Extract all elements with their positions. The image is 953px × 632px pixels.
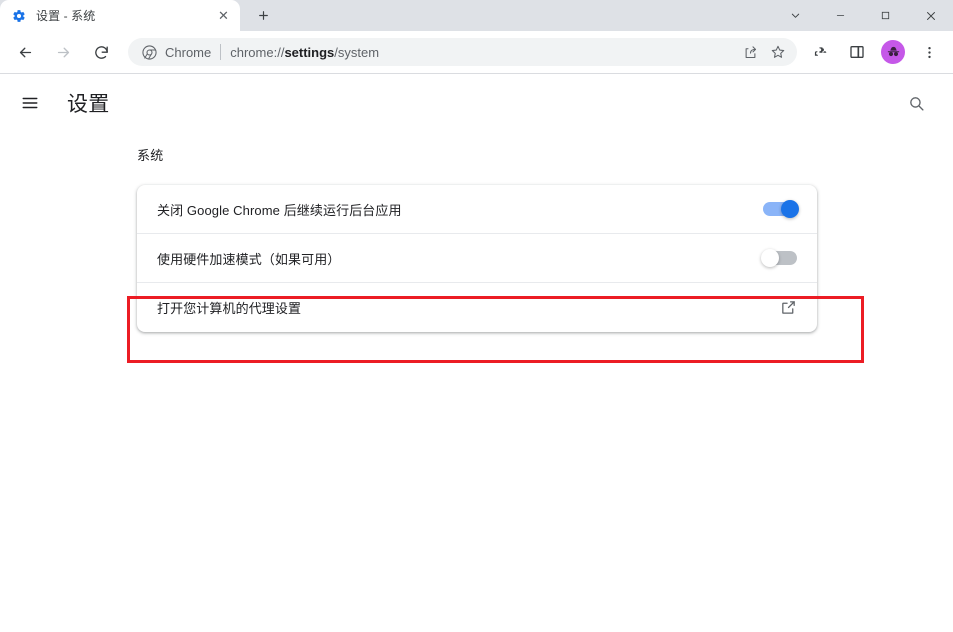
setting-label: 关闭 Google Chrome 后继续运行后台应用 [157, 202, 402, 218]
page-title: 设置 [67, 93, 110, 116]
settings-header: 设置 [0, 75, 953, 131]
tab-strip: 设置 - 系统 ✕ [0, 0, 953, 31]
external-link-icon[interactable] [779, 299, 797, 317]
url-prefix: chrome:// [230, 44, 285, 60]
gear-icon [11, 8, 27, 24]
close-icon[interactable] [908, 0, 953, 31]
minimize-icon[interactable] [818, 0, 863, 31]
new-tab-button[interactable] [249, 1, 277, 29]
forward-arrow-icon [48, 37, 78, 67]
url-host: settings [284, 44, 335, 60]
section-label-system: 系统 [137, 148, 164, 163]
browser-window: 设置 - 系统 ✕ Chrome chrome://settings/syste… [0, 0, 953, 632]
browser-tab-settings[interactable]: 设置 - 系统 ✕ [0, 0, 240, 31]
settings-page: 设置 系统 关闭 Google Chrome 后继续运行后台应用 使用硬件加速模… [0, 75, 953, 632]
omnibox-url: chrome://settings/system [230, 45, 735, 60]
share-icon[interactable] [737, 39, 763, 65]
chrome-icon [141, 44, 157, 60]
settings-card-system: 关闭 Google Chrome 后继续运行后台应用 使用硬件加速模式（如果可用… [137, 185, 817, 332]
browser-toolbar: Chrome chrome://settings/system [0, 31, 953, 74]
three-dot-menu-icon[interactable] [914, 37, 944, 67]
toggle-knob [761, 249, 779, 267]
tab-title: 设置 - 系统 [36, 9, 96, 23]
setting-label: 打开您计算机的代理设置 [157, 301, 302, 316]
search-icon[interactable] [899, 86, 933, 120]
back-arrow-icon[interactable] [10, 37, 40, 67]
side-panel-icon[interactable] [842, 37, 872, 67]
omnibox-actions [735, 39, 791, 65]
setting-label: 使用硬件加速模式（如果可用） [157, 251, 341, 267]
puzzle-piece-icon[interactable] [806, 37, 836, 67]
window-controls [773, 0, 953, 31]
toggle-hardware-acceleration[interactable] [761, 249, 797, 267]
toggle-knob [781, 200, 799, 218]
setting-row-hardware-acceleration[interactable]: 使用硬件加速模式（如果可用） [137, 234, 817, 283]
setting-row-proxy-settings[interactable]: 打开您计算机的代理设置 [137, 283, 817, 332]
hamburger-menu-icon[interactable] [14, 87, 46, 119]
star-icon[interactable] [765, 39, 791, 65]
omnibox-chip-label: Chrome [165, 44, 212, 60]
maximize-icon[interactable] [863, 0, 908, 31]
setting-row-background-apps[interactable]: 关闭 Google Chrome 后继续运行后台应用 [137, 185, 817, 234]
omnibox-divider [220, 44, 222, 60]
toggle-background-apps[interactable] [763, 200, 799, 218]
profile-avatar-icon[interactable] [878, 37, 908, 67]
url-path: /system [334, 44, 380, 60]
chevron-down-icon[interactable] [773, 0, 818, 31]
address-bar[interactable]: Chrome chrome://settings/system [128, 38, 797, 66]
avatar [881, 40, 905, 64]
settings-content: 系统 关闭 Google Chrome 后继续运行后台应用 使用硬件加速模式（如… [0, 131, 953, 332]
close-icon[interactable]: ✕ [215, 7, 232, 24]
reload-icon[interactable] [86, 37, 116, 67]
